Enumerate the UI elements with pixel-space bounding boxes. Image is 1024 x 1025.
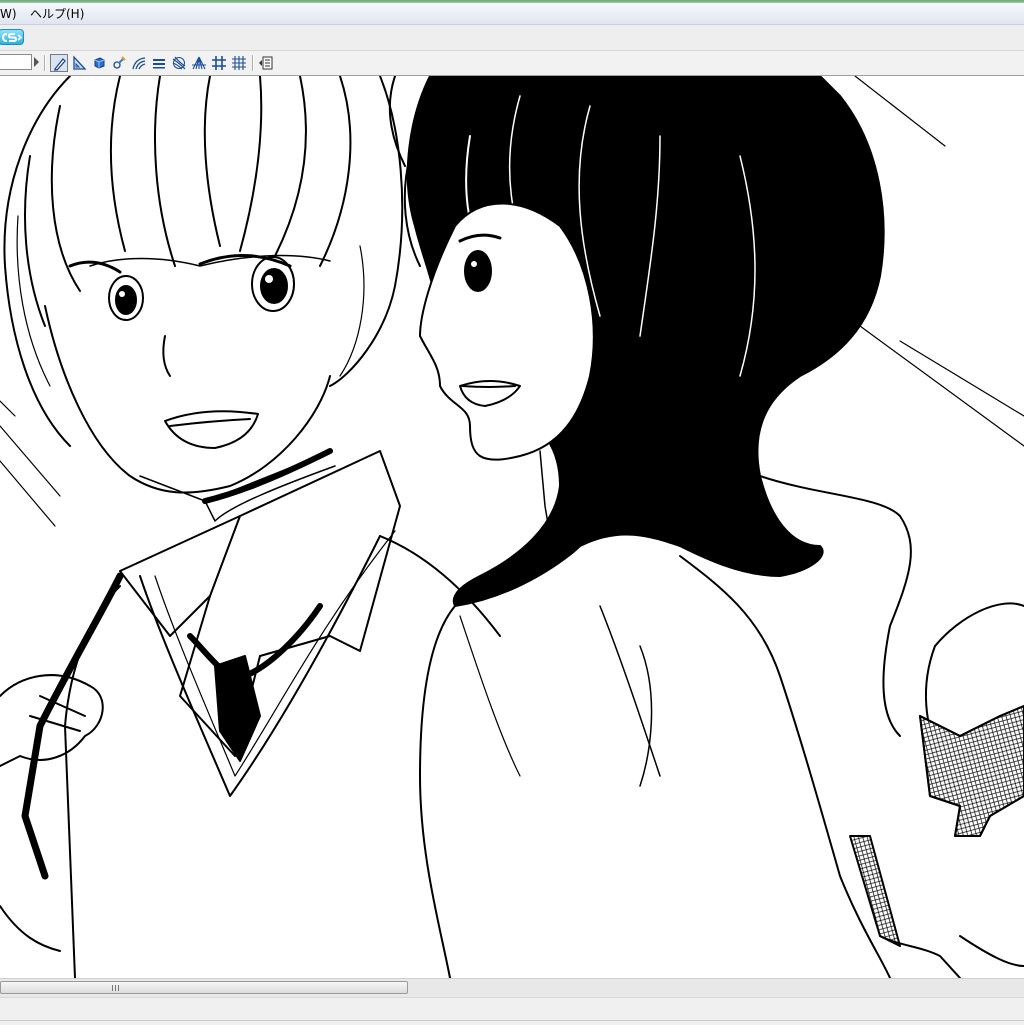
pen-tool-icon[interactable] (50, 54, 68, 72)
toolbar-separator (252, 55, 254, 71)
ruler-triangle-icon[interactable] (70, 54, 88, 72)
scrollbar-grip-icon (112, 985, 120, 991)
brush-settings-icon[interactable] (110, 54, 128, 72)
menu-bar: W) ヘルプ(H) (0, 3, 1024, 25)
frame-grid-icon[interactable] (230, 54, 248, 72)
zoom-input[interactable] (0, 54, 32, 70)
zoom-arrow-icon[interactable] (34, 57, 39, 67)
panel-icon[interactable] (257, 54, 275, 72)
status-divider (0, 1020, 1024, 1021)
cube-3d-icon[interactable] (90, 54, 108, 72)
toolbar-separator (44, 55, 46, 71)
perspective-ruler-icon[interactable] (190, 54, 208, 72)
ruler-toolbar (0, 51, 1024, 76)
curve-ruler-icon[interactable] (130, 54, 148, 72)
menu-window[interactable]: W) (0, 6, 19, 22)
horizontal-scrollbar[interactable] (0, 978, 1024, 997)
drawing-canvas[interactable] (0, 76, 1024, 978)
manga-illustration (0, 76, 1024, 978)
concentric-ruler-icon[interactable] (170, 54, 188, 72)
status-bar (0, 997, 1024, 1025)
scrollbar-thumb[interactable] (0, 981, 408, 994)
main-toolbar (0, 25, 1024, 51)
grid-ruler-icon[interactable] (210, 54, 228, 72)
menu-help[interactable]: ヘルプ(H) (28, 6, 86, 22)
parallel-lines-ruler-icon[interactable] (150, 54, 168, 72)
cs-logo-icon[interactable] (0, 29, 24, 45)
